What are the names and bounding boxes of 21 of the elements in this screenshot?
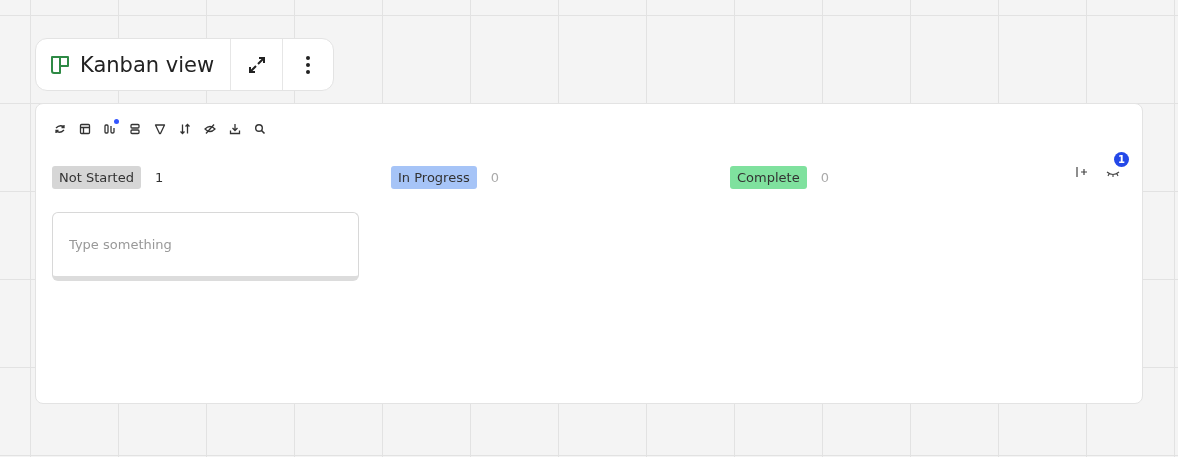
search-icon[interactable] bbox=[253, 122, 267, 136]
status-tag: In Progress bbox=[391, 165, 477, 189]
board-icon bbox=[50, 54, 70, 75]
status-tag: Not Started bbox=[52, 165, 141, 189]
status-tag: Complete bbox=[730, 165, 807, 189]
filter-icon[interactable] bbox=[153, 122, 167, 136]
card-input[interactable]: Type something bbox=[52, 212, 359, 281]
card-count: 0 bbox=[490, 169, 499, 185]
view-title: Kanban view bbox=[80, 52, 215, 77]
card-count: 0 bbox=[820, 169, 829, 185]
indicator-dot bbox=[114, 119, 119, 124]
refresh-icon[interactable] bbox=[53, 122, 67, 136]
sort-icon[interactable] bbox=[178, 122, 192, 136]
card-count: 1 bbox=[154, 169, 164, 185]
more-icon bbox=[305, 53, 312, 76]
group-icon[interactable] bbox=[128, 122, 142, 136]
layout-icon[interactable] bbox=[78, 122, 92, 136]
hide-icon[interactable] bbox=[203, 122, 217, 136]
columns-icon[interactable] bbox=[103, 122, 117, 136]
download-icon[interactable] bbox=[228, 122, 242, 136]
count-badge: 1 bbox=[1114, 152, 1129, 167]
